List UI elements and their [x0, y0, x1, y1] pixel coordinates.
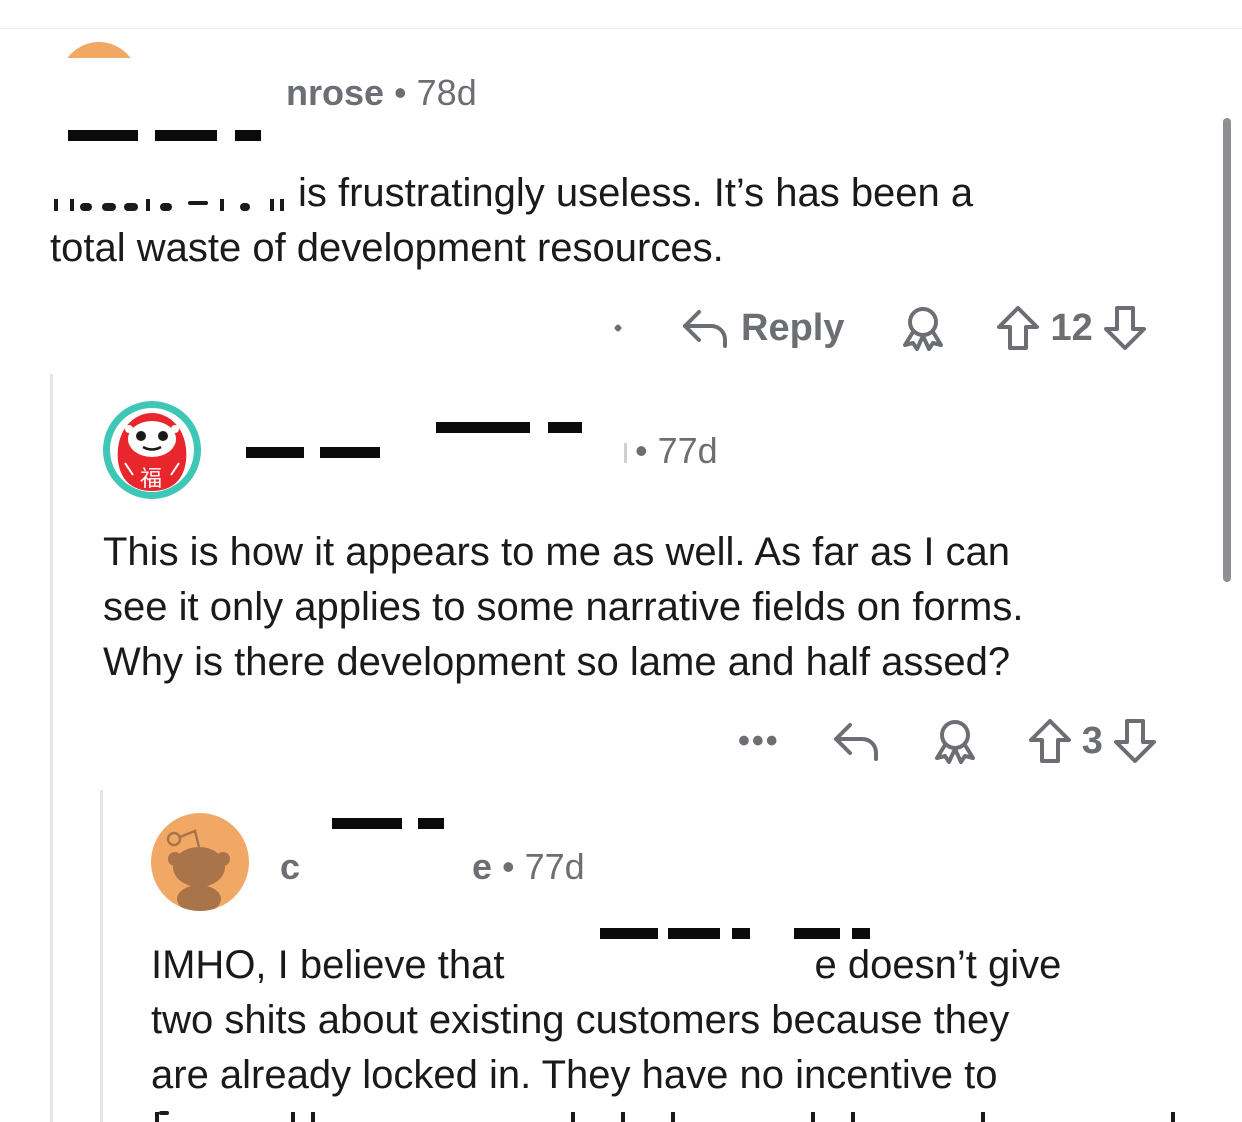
reply-arrow-icon — [681, 306, 729, 350]
separator-dot: • — [502, 846, 515, 887]
comment-meta: e • 77d — [472, 846, 585, 888]
reply-label: Reply — [741, 306, 845, 349]
scrollbar[interactable] — [1223, 118, 1231, 582]
snoo-figure — [166, 829, 230, 911]
comment-meta: • 77d — [624, 430, 718, 472]
redaction-bar — [548, 422, 582, 433]
comment-line: is frustratingly useless. It’s has been … — [298, 171, 974, 215]
clipped-next-line — [155, 1111, 1175, 1122]
comment-line: are already locked in. They have no ince… — [151, 1053, 998, 1097]
redaction-bar — [246, 447, 304, 458]
redaction-bar — [68, 130, 138, 141]
username[interactable]: nrose — [286, 72, 384, 113]
award-icon[interactable] — [932, 718, 978, 764]
separator-dot: • — [635, 430, 648, 471]
comment-body: is frustratingly useless. It’s has been … — [50, 166, 973, 276]
redaction-bar — [332, 818, 402, 829]
thread-line-level-1[interactable] — [50, 374, 53, 1122]
comment-line-end: e doesn’t give — [814, 943, 1062, 987]
redaction-bar — [235, 130, 261, 141]
comment-line-start: IMHO, I believe that — [151, 943, 505, 987]
comment-line: Why is there development so lame and hal… — [103, 640, 1011, 684]
fortune-glyph: 福 — [140, 467, 163, 492]
avatar[interactable] — [60, 42, 138, 58]
snoo-avatar[interactable] — [151, 813, 249, 911]
more-options-button[interactable]: ••• — [738, 722, 780, 761]
upvote-arrow-icon[interactable] — [1028, 718, 1072, 764]
username-start[interactable]: c — [280, 846, 300, 887]
redaction-bar — [320, 447, 380, 458]
downvote-arrow-icon[interactable] — [1103, 305, 1147, 351]
top-divider — [0, 28, 1242, 29]
comment-meta: c — [280, 846, 300, 888]
separator-dot: • — [394, 72, 407, 113]
thread-line-level-2[interactable] — [100, 790, 103, 1122]
downvote-arrow-icon[interactable] — [1113, 718, 1157, 764]
vote-count: 12 — [1050, 306, 1093, 349]
redaction-bar — [418, 818, 444, 829]
comment-line: two shits about existing customers becau… — [151, 998, 1010, 1042]
comment-line: see it only applies to some narrative fi… — [103, 585, 1024, 629]
redaction-bar — [155, 130, 217, 141]
username-end[interactable]: e — [472, 846, 492, 887]
comment-body: This is how it appears to me as well. As… — [103, 525, 1023, 690]
reply-button[interactable]: Reply — [681, 306, 844, 350]
redaction-bar — [436, 422, 530, 433]
reply-arrow-icon[interactable] — [832, 719, 880, 763]
comment-age: 78d — [416, 72, 477, 113]
comment-actions: ••• 3 — [738, 716, 1157, 766]
overflow-tick — [613, 323, 623, 333]
comment-meta: nrose • 78d — [286, 72, 477, 114]
daruma-avatar[interactable]: 福 — [103, 401, 201, 499]
award-icon[interactable] — [900, 305, 946, 351]
comment-age: 77d — [657, 430, 718, 471]
comment-line: total waste of development resources. — [50, 226, 724, 270]
comment-actions: Reply 12 — [613, 302, 1147, 354]
upvote-arrow-icon[interactable] — [996, 305, 1040, 351]
comment-body: IMHO, I believe that e doesn’t give two s… — [151, 938, 1061, 1103]
vote-count: 3 — [1081, 719, 1103, 762]
comment-age: 77d — [524, 846, 585, 887]
username-fragment — [624, 443, 627, 464]
comment-line: IMHO, I believe that e doesn’t give — [151, 938, 1061, 993]
comment-line: This is how it appears to me as well. As… — [103, 530, 1011, 574]
